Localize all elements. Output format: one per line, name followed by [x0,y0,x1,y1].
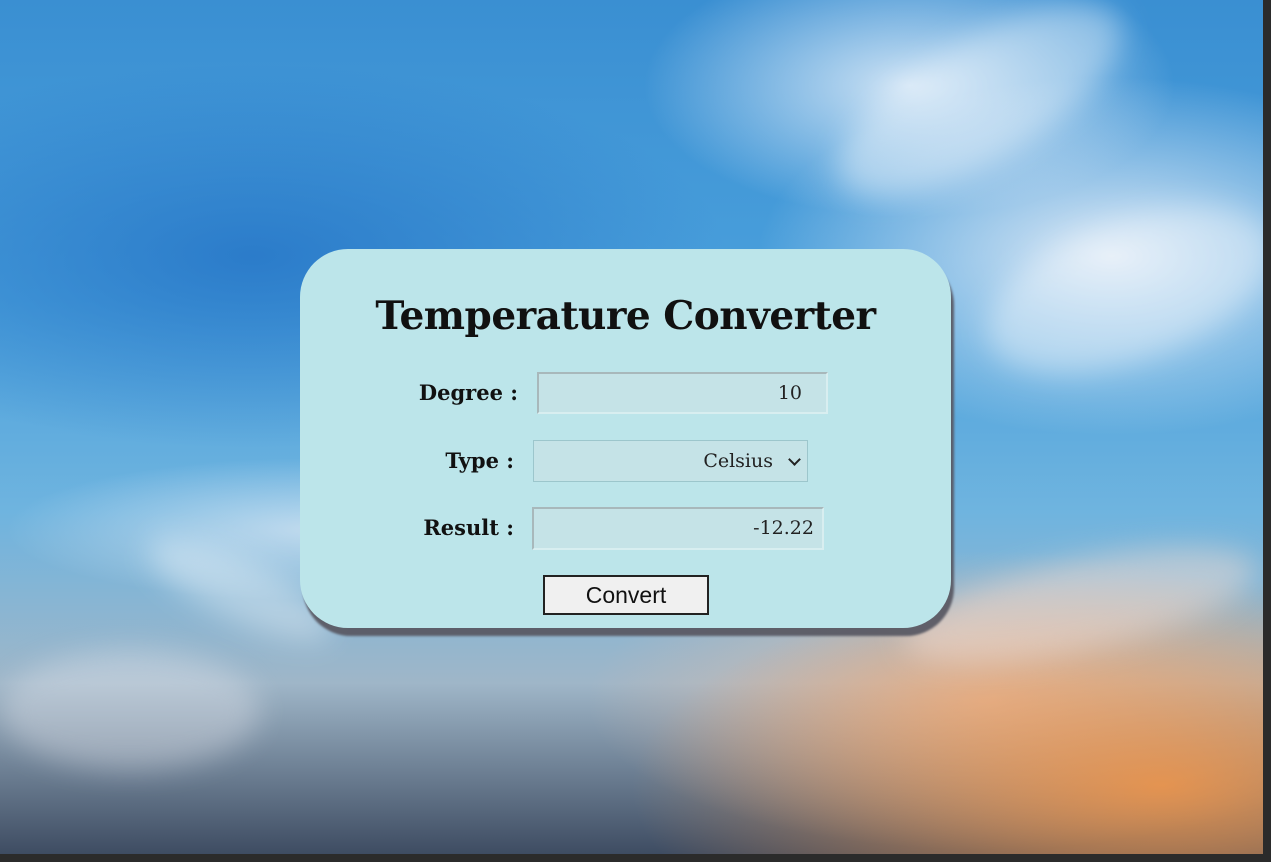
sky-background: Temperature Converter Degree : 10 Type :… [0,0,1263,854]
convert-button[interactable]: Convert [543,575,709,615]
cloud-streak [0,650,260,770]
type-select-value: Celsius [703,450,773,472]
result-label: Result : [423,515,514,540]
cloud-streak [965,172,1263,408]
type-select[interactable]: Celsius [533,440,808,482]
chevron-down-icon [788,453,801,466]
cloud-streak [811,0,1149,232]
result-field[interactable]: -12.22 [532,507,824,550]
degree-input[interactable]: 10 [537,372,828,414]
page-title: Temperature Converter [375,293,876,339]
type-label: Type : [445,448,514,473]
degree-label: Degree : [418,380,518,405]
